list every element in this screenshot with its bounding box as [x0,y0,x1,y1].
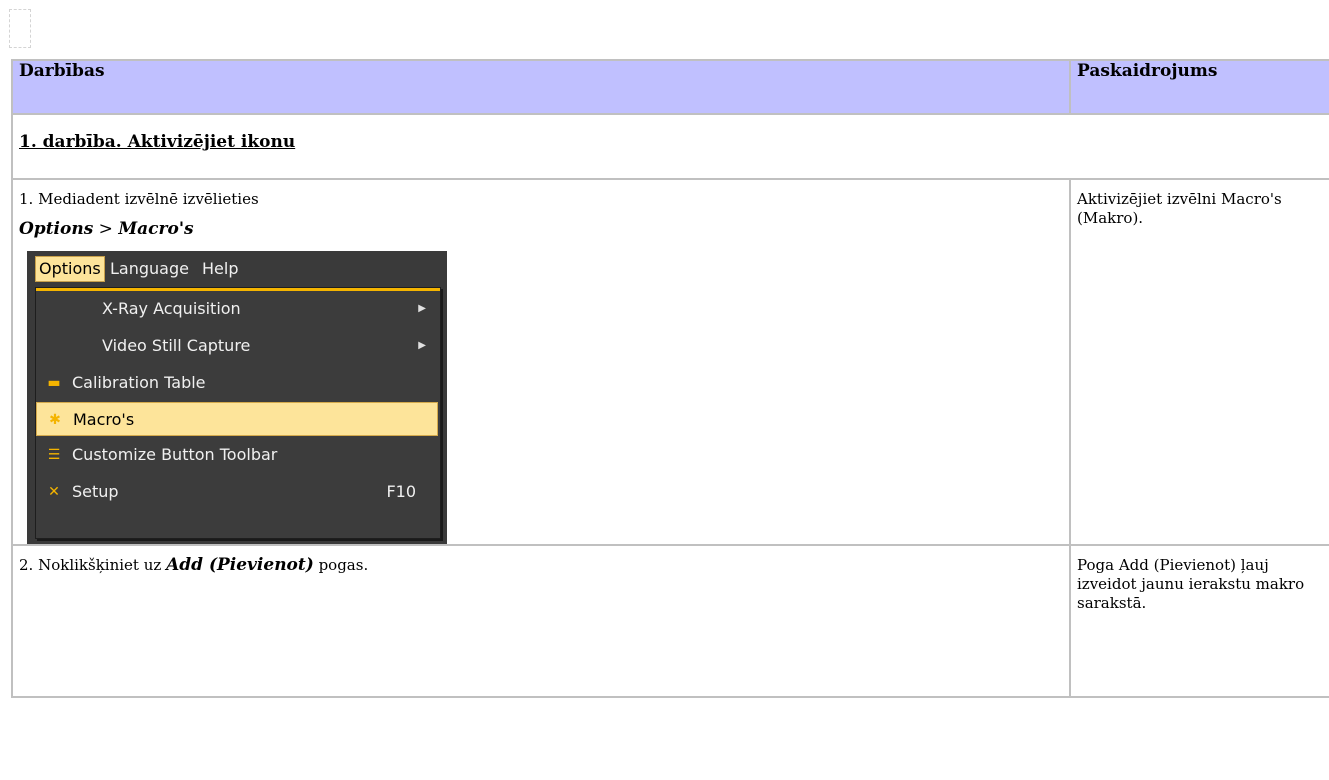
step-row-2: 2. Noklikšķiniet uz Add (Pievienot) poga… [11,544,1329,698]
tools-icon: ✕ [48,484,60,500]
submenu-arrow-icon: ▶ [418,340,426,351]
submenu-arrow-icon: ▶ [418,303,426,314]
menubar: Options Language Help [27,251,447,287]
menu-item-xray: X-Ray Acquisition ▶ [36,292,438,326]
menu-item-calibration: ▬ Calibration Table [36,366,438,400]
step1-explanation: Aktivizējiet izvēlni Macro's (Makro). [1077,190,1282,227]
steps-table: Darbības Paskaidrojums 1. darbība. Aktiv… [11,59,1329,698]
menu-item-macros: ✱ Macro's [36,402,438,436]
section-title-cell: 1. darbība. Aktivizējiet ikonu [11,113,1329,180]
menubar-options: Options [35,256,105,282]
step1-explanation-cell: Aktivizējiet izvēlni Macro's (Makro). [1069,178,1329,546]
ruler-icon: ▬ [47,375,61,391]
header-row: Darbības Paskaidrojums [11,59,1329,115]
section-title: 1. darbība. Aktivizējiet ikonu [19,132,296,152]
options-dropdown: X-Ray Acquisition ▶ Video Still Capture … [35,287,441,539]
menu-item-setup: ✕ Setup F10 [36,475,438,509]
options-menu-screenshot: Options Language Help X-Ray Acquisition … [27,251,447,544]
step2-action-cell: 2. Noklikšķiniet uz Add (Pievienot) poga… [11,544,1071,698]
menubar-language: Language [110,259,189,278]
step2-text: 2. Noklikšķiniet uz Add (Pievienot) poga… [19,555,369,575]
dropdown-accent-line [36,288,440,291]
section-row: 1. darbība. Aktivizējiet ikonu [11,113,1329,180]
hamburger-icon: ☰ [47,447,61,463]
image-placeholder [9,9,31,48]
menubar-help: Help [202,259,239,278]
step-row-1: 1. Mediadent izvēlnē izvēlieties Options… [11,178,1329,546]
step1-action-cell: 1. Mediadent izvēlnē izvēlieties Options… [11,178,1071,546]
menu-item-customize: ☰ Customize Button Toolbar [36,438,438,472]
step2-explanation: Poga Add (Pievienot) ļauj izveidot jaunu… [1077,556,1305,612]
step1-text: 1. Mediadent izvēlnē izvēlieties [19,190,259,208]
step1-path: Options > Macro's [19,219,194,239]
menu-item-video: Video Still Capture ▶ [36,329,438,363]
macro-icon: ✱ [49,412,61,428]
header-actions: Darbības [11,59,1071,115]
step2-explanation-cell: Poga Add (Pievienot) ļauj izveidot jaunu… [1069,544,1329,698]
header-explanation: Paskaidrojums [1069,59,1329,115]
